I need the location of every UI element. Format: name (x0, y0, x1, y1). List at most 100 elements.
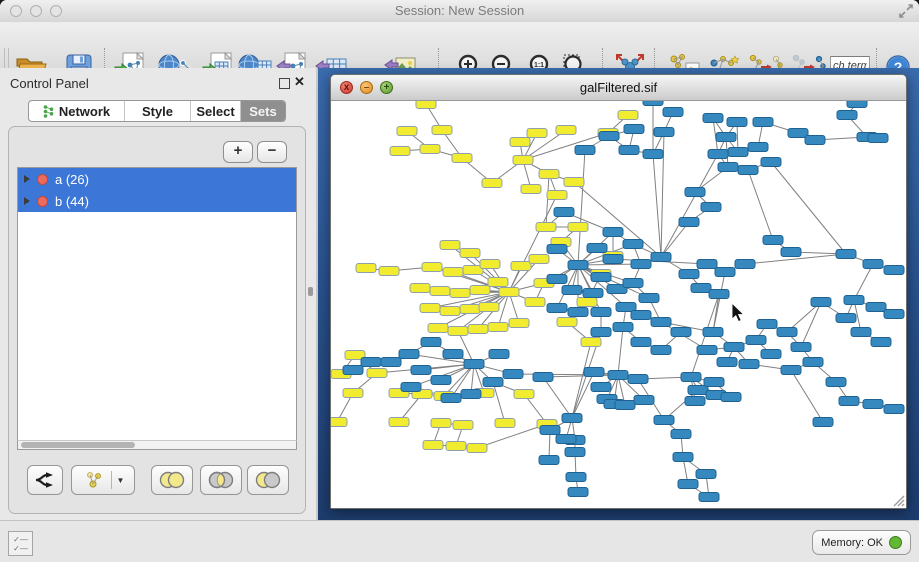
graph-node-blue[interactable] (483, 378, 503, 387)
graph-node-blue[interactable] (547, 245, 567, 254)
graph-node-blue[interactable] (715, 268, 735, 277)
graph-node-blue[interactable] (568, 261, 588, 270)
graph-node-blue[interactable] (738, 166, 758, 175)
graph-node-blue[interactable] (489, 350, 509, 359)
graph-node-blue[interactable] (884, 266, 904, 275)
graph-node-blue[interactable] (584, 368, 604, 377)
graph-node-blue[interactable] (441, 394, 461, 403)
graph-node-blue[interactable] (421, 338, 441, 347)
graph-node-blue[interactable] (696, 470, 716, 479)
tab-select[interactable]: Select (191, 101, 241, 121)
graph-node-blue[interactable] (826, 378, 846, 387)
graph-node-yellow[interactable] (446, 442, 466, 451)
scrollbar-thumb[interactable] (21, 442, 135, 448)
graph-node-blue[interactable] (619, 146, 639, 155)
graph-node-blue[interactable] (803, 358, 823, 367)
graph-node-yellow[interactable] (529, 255, 549, 264)
graph-node-blue[interactable] (603, 228, 623, 237)
graph-node-yellow[interactable] (428, 324, 448, 333)
graph-node-yellow[interactable] (581, 338, 601, 347)
set-intersection-button[interactable] (200, 465, 242, 495)
memory-status-button[interactable]: Memory: OK (812, 530, 911, 555)
graph-node-blue[interactable] (697, 346, 717, 355)
graph-node-yellow[interactable] (460, 305, 480, 314)
graph-node-blue[interactable] (777, 328, 797, 337)
graph-node-blue[interactable] (461, 390, 481, 399)
graph-node-blue[interactable] (631, 311, 651, 320)
splitter-handle[interactable] (308, 287, 313, 296)
float-panel-icon[interactable] (279, 78, 290, 89)
graph-node-yellow[interactable] (431, 419, 451, 428)
task-history-button[interactable]: ✓—✓— (8, 531, 33, 556)
expander-icon[interactable] (24, 197, 30, 205)
graph-node-yellow[interactable] (410, 284, 430, 293)
graph-node-yellow[interactable] (331, 418, 347, 427)
graph-node-blue[interactable] (651, 253, 671, 262)
graph-node-blue[interactable] (599, 132, 619, 141)
graph-node-blue[interactable] (615, 401, 635, 410)
graph-node-blue[interactable] (431, 376, 451, 385)
graph-node-blue[interactable] (704, 378, 724, 387)
graph-node-blue[interactable] (568, 488, 588, 497)
graph-node-blue[interactable] (631, 338, 651, 347)
graph-node-blue[interactable] (654, 416, 674, 425)
graph-node-yellow[interactable] (443, 268, 463, 277)
graph-node-blue[interactable] (603, 255, 623, 264)
graph-node-blue[interactable] (863, 400, 883, 409)
graph-node-blue[interactable] (639, 294, 659, 303)
resize-grip-icon[interactable] (892, 494, 905, 507)
graph-node-yellow[interactable] (416, 101, 436, 109)
graph-node-blue[interactable] (708, 150, 728, 159)
graph-node-blue[interactable] (643, 150, 663, 159)
graph-node-blue[interactable] (685, 397, 705, 406)
graph-node-yellow[interactable] (536, 223, 556, 232)
expander-icon[interactable] (24, 175, 30, 183)
dropdown-arrow-icon[interactable]: ▼ (117, 476, 125, 485)
graph-node-blue[interactable] (685, 188, 705, 197)
graph-node-yellow[interactable] (480, 260, 500, 269)
graph-node-blue[interactable] (443, 350, 463, 359)
graph-node-yellow[interactable] (460, 249, 480, 258)
graph-node-yellow[interactable] (547, 191, 567, 200)
graph-node-blue[interactable] (697, 260, 717, 269)
network-view-window[interactable]: x – + galFiltered.sif (330, 74, 907, 509)
graph-node-blue[interactable] (699, 493, 719, 502)
graph-node-blue[interactable] (671, 328, 691, 337)
remove-set-button[interactable]: − (257, 141, 287, 163)
graph-node-yellow[interactable] (448, 327, 468, 336)
graph-node-yellow[interactable] (577, 298, 597, 307)
create-set-from-network-button[interactable]: ▼ (71, 465, 135, 495)
graph-node-blue[interactable] (866, 303, 886, 312)
graph-node-yellow[interactable] (495, 419, 515, 428)
graph-node-yellow[interactable] (432, 126, 452, 135)
graph-node-blue[interactable] (343, 366, 363, 375)
graph-node-blue[interactable] (716, 133, 736, 142)
graph-node-yellow[interactable] (397, 127, 417, 136)
graph-node-blue[interactable] (556, 435, 576, 444)
graph-node-blue[interactable] (547, 304, 567, 313)
graph-node-blue[interactable] (844, 296, 864, 305)
graph-node-blue[interactable] (673, 453, 693, 462)
graph-node-yellow[interactable] (453, 421, 473, 430)
graph-node-blue[interactable] (691, 284, 711, 293)
graph-node-yellow[interactable] (527, 129, 547, 138)
graph-node-yellow[interactable] (470, 286, 490, 295)
graph-node-blue[interactable] (837, 111, 857, 120)
graph-node-yellow[interactable] (525, 298, 545, 307)
graph-node-yellow[interactable] (379, 267, 399, 276)
graph-node-blue[interactable] (748, 143, 768, 152)
graph-node-blue[interactable] (761, 350, 781, 359)
graph-node-blue[interactable] (608, 371, 628, 380)
network-window-titlebar[interactable]: x – + galFiltered.sif (331, 75, 906, 101)
graph-node-blue[interactable] (623, 279, 643, 288)
set-difference-button[interactable] (247, 465, 289, 495)
graph-node-blue[interactable] (703, 328, 723, 337)
graph-node-blue[interactable] (884, 310, 904, 319)
graph-node-blue[interactable] (681, 373, 701, 382)
graph-node-yellow[interactable] (440, 241, 460, 250)
graph-node-blue[interactable] (757, 320, 777, 329)
graph-node-yellow[interactable] (468, 325, 488, 334)
graph-node-blue[interactable] (851, 328, 871, 337)
tab-sets[interactable]: Sets (241, 101, 285, 121)
graph-node-blue[interactable] (868, 134, 888, 143)
